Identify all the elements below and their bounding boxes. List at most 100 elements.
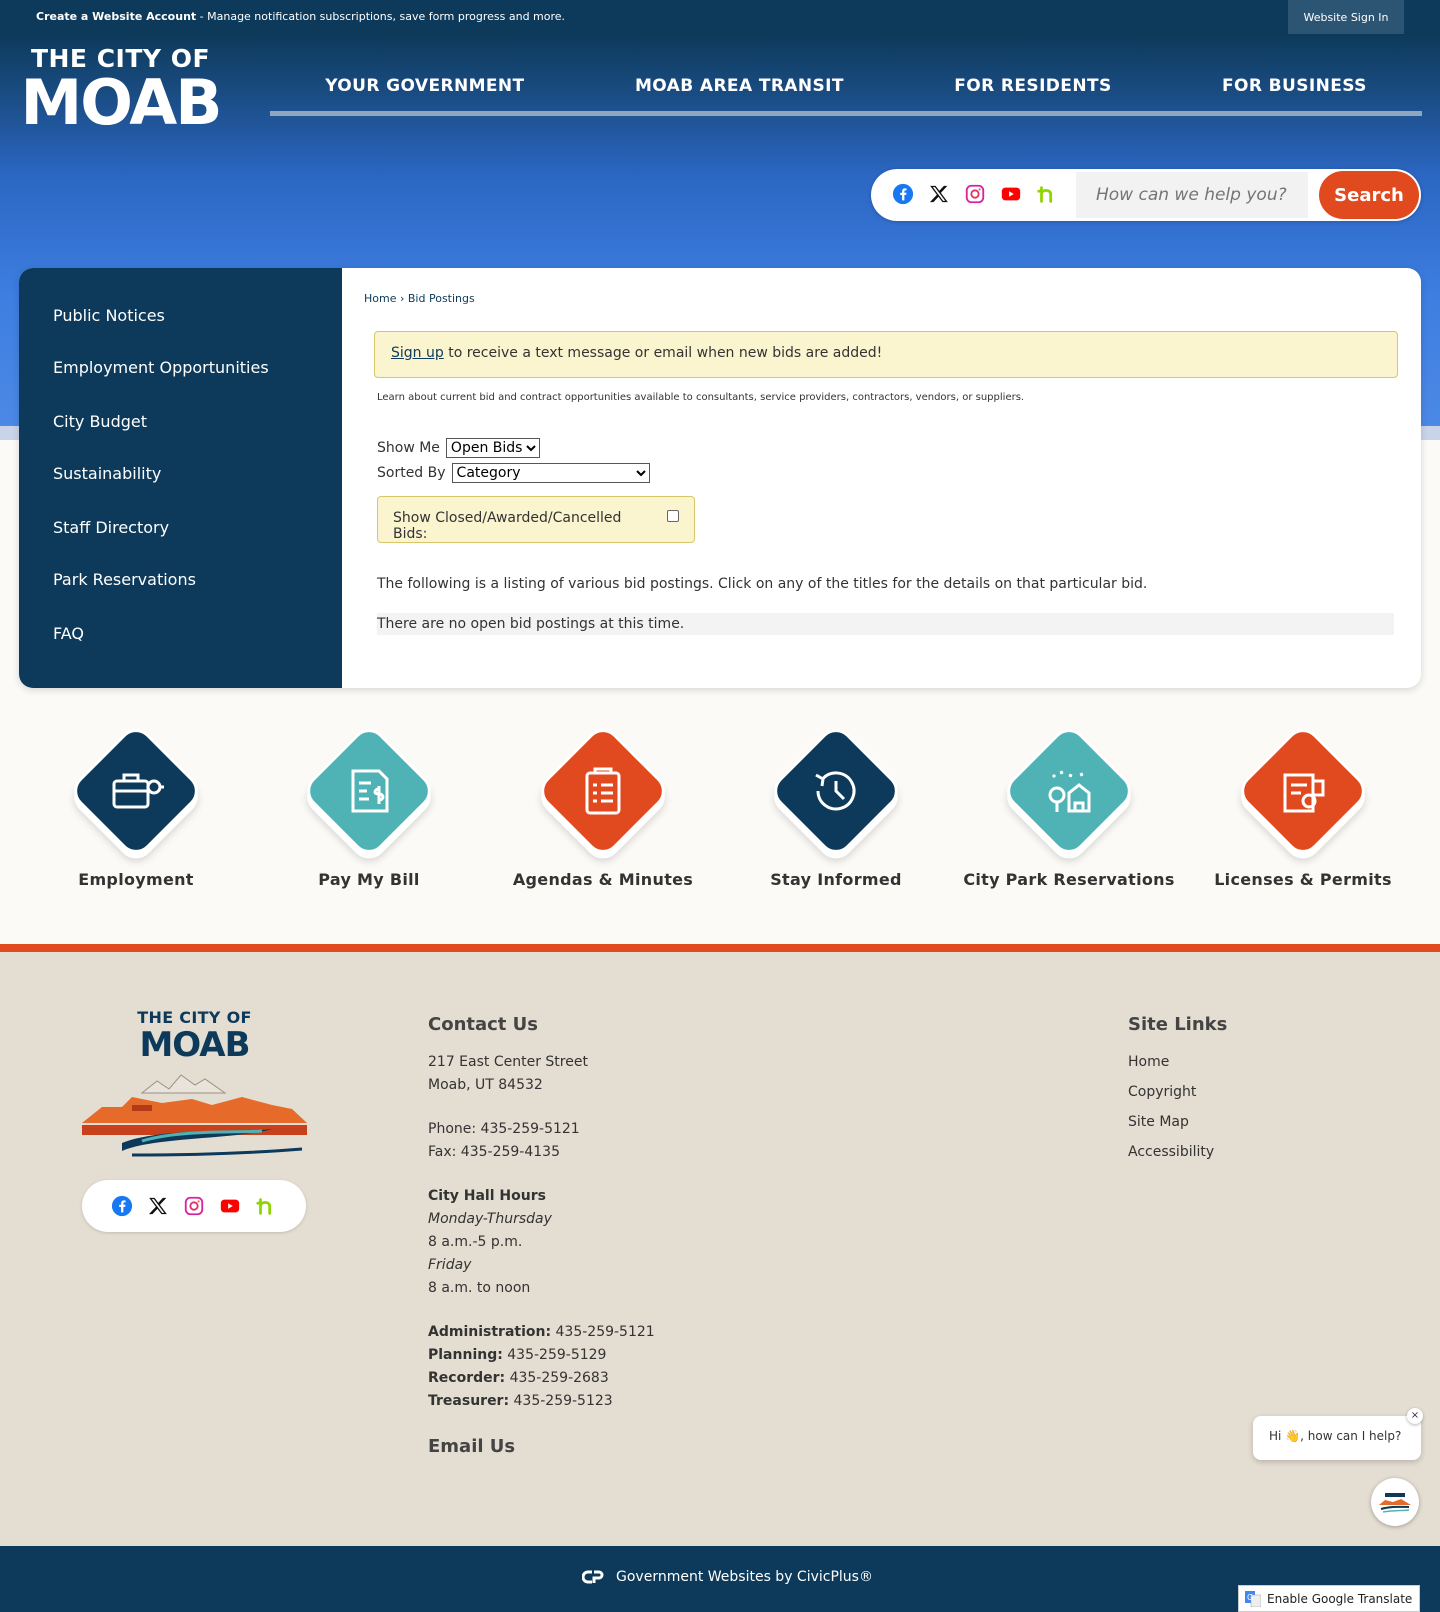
quick-link-licenses-permits[interactable]: Licenses & Permits — [1193, 721, 1413, 889]
nav-for-business[interactable]: FOR BUSINESS — [1222, 72, 1367, 111]
nav-moab-area-transit[interactable]: MOAB AREA TRANSIT — [635, 72, 844, 111]
instagram-icon[interactable] — [182, 1194, 206, 1218]
nextdoor-icon[interactable] — [1035, 182, 1059, 206]
hours-time-1: 8 a.m.-5 p.m. — [428, 1234, 523, 1250]
sorted-by-select[interactable]: Category — [451, 463, 650, 483]
facebook-icon[interactable] — [891, 182, 915, 206]
fax-number: Fax: 435-259-4135 — [428, 1144, 560, 1160]
sidebar-item-sustainability[interactable]: Sustainability — [53, 464, 161, 483]
sidebar-item-city-budget[interactable]: City Budget — [53, 412, 147, 431]
contact-us-heading: Contact Us — [428, 1014, 539, 1035]
google-translate-icon: G — [1245, 1590, 1261, 1607]
site-link-site-map[interactable]: Site Map — [1128, 1107, 1227, 1137]
quick-link-employment[interactable]: Employment — [26, 721, 246, 889]
quick-link-label: Licenses & Permits — [1214, 870, 1392, 889]
civicplus-credit[interactable]: Government Websites by CivicPlus® — [582, 1569, 873, 1585]
sidebar-item-park-reservations[interactable]: Park Reservations — [53, 570, 196, 589]
site-link-copyright[interactable]: Copyright — [1128, 1077, 1227, 1107]
address-line-2: Moab, UT 84532 — [428, 1077, 543, 1093]
logo-line-2: MOAB — [20, 66, 223, 139]
employment-tile[interactable] — [66, 721, 206, 861]
hours-time-2: 8 a.m. to noon — [428, 1280, 531, 1296]
dept-treasurer: Treasurer: 435-259-5123 — [428, 1390, 655, 1413]
dept-planning: Planning: 435-259-5129 — [428, 1344, 655, 1367]
agendas-minutes-tile[interactable] — [533, 721, 673, 861]
breadcrumb-current[interactable]: Bid Postings — [408, 292, 475, 305]
sidebar-item-faq[interactable]: FAQ — [53, 624, 84, 643]
youtube-icon[interactable] — [218, 1194, 242, 1218]
park-icon — [1037, 759, 1101, 823]
create-account-message[interactable]: Create a Website Account - Manage notifi… — [36, 10, 565, 23]
google-translate-button[interactable]: G Enable Google Translate — [1238, 1585, 1420, 1612]
clock-icon — [804, 759, 868, 823]
no-bids-message: There are no open bid postings at this t… — [377, 613, 1394, 635]
pay-my-bill-tile[interactable] — [299, 721, 439, 861]
show-closed-checkbox[interactable] — [667, 510, 679, 522]
sidebar-item-public-notices[interactable]: Public Notices — [53, 306, 165, 325]
moab-mini-logo-icon — [1379, 1493, 1411, 1513]
site-link-accessibility[interactable]: Accessibility — [1128, 1137, 1227, 1167]
main-content: Home › Bid Postings Sign up to receive a… — [342, 268, 1421, 688]
x-icon[interactable] — [927, 182, 951, 206]
site-link-home[interactable]: Home — [1128, 1047, 1227, 1077]
quick-link-pay-my-bill[interactable]: Pay My Bill — [259, 721, 479, 889]
address-line-1: 217 East Center Street — [428, 1054, 588, 1070]
sorted-by-control: Sorted By Category — [377, 463, 650, 483]
sidebar-item-staff-directory[interactable]: Staff Directory — [53, 518, 169, 537]
sorted-by-label: Sorted By — [377, 465, 446, 481]
city-park-reservations-tile[interactable] — [999, 721, 1139, 861]
site-links-heading: Site Links — [1128, 1014, 1228, 1035]
nextdoor-icon[interactable] — [254, 1194, 278, 1218]
dept-name: Administration: — [428, 1324, 552, 1340]
facebook-icon[interactable] — [110, 1194, 134, 1218]
search-bar: Search — [871, 169, 1421, 221]
footer-social-links — [82, 1180, 306, 1232]
search-button[interactable]: Search — [1319, 171, 1419, 219]
content-card: Public Notices Employment Opportunities … — [19, 268, 1421, 688]
quick-link-stay-informed[interactable]: Stay Informed — [726, 721, 946, 889]
breadcrumb-separator: › — [399, 292, 405, 305]
chat-greeting-bubble[interactable]: Hi 👋, how can I help? — [1253, 1416, 1421, 1460]
site-links-section: Site Links Home Copyright Site Map Acces… — [1128, 1014, 1227, 1167]
hours-days-2: Friday — [428, 1257, 472, 1273]
breadcrumb-home[interactable]: Home — [364, 292, 396, 305]
sign-up-link[interactable]: Sign up — [391, 345, 444, 361]
city-logo[interactable]: THE CITY OF MOAB — [18, 46, 223, 134]
bill-icon — [337, 759, 401, 823]
website-sign-in-button[interactable]: Website Sign In — [1288, 0, 1404, 34]
city-hall-hours-heading: City Hall Hours — [428, 1188, 546, 1204]
quick-link-label: Pay My Bill — [318, 870, 420, 889]
top-utility-bar: Create a Website Account - Manage notifi… — [0, 0, 1440, 34]
permit-icon — [1271, 759, 1335, 823]
footer-logo[interactable]: THE CITY OF MOAB — [82, 1008, 307, 1167]
email-us-link[interactable]: Email Us — [428, 1436, 515, 1457]
x-icon[interactable] — [146, 1194, 170, 1218]
signup-alert: Sign up to receive a text message or ema… — [374, 331, 1398, 378]
youtube-icon[interactable] — [999, 182, 1023, 206]
show-me-select[interactable]: Open Bids — [445, 438, 540, 458]
quick-link-label: Stay Informed — [770, 870, 902, 889]
footer-accent-rule — [0, 944, 1440, 952]
sidebar: Public Notices Employment Opportunities … — [19, 268, 342, 688]
nav-your-government[interactable]: YOUR GOVERNMENT — [325, 72, 524, 111]
search-input[interactable] — [1076, 172, 1308, 218]
dept-phone: 435-259-5121 — [551, 1324, 655, 1340]
chat-avatar-button[interactable] — [1371, 1478, 1419, 1526]
google-translate-label: Enable Google Translate — [1267, 1591, 1413, 1606]
main-navigation: YOUR GOVERNMENT MOAB AREA TRANSIT FOR RE… — [270, 72, 1422, 116]
sidebar-item-employment-opportunities[interactable]: Employment Opportunities — [53, 358, 269, 377]
contact-us-section: Contact Us 217 East Center Street Moab, … — [428, 1014, 655, 1413]
licenses-permits-tile[interactable] — [1233, 721, 1373, 861]
quick-link-city-park-reservations[interactable]: City Park Reservations — [959, 721, 1179, 889]
chat-close-button[interactable]: × — [1407, 1408, 1423, 1424]
breadcrumb: Home › Bid Postings — [364, 292, 475, 305]
instagram-icon[interactable] — [963, 182, 987, 206]
stay-informed-tile[interactable] — [766, 721, 906, 861]
bottom-credit-bar: Government Websites by CivicPlus® — [0, 1546, 1440, 1612]
quick-link-label: Employment — [78, 870, 194, 889]
quick-link-label: Agendas & Minutes — [512, 870, 694, 889]
create-account-link[interactable]: Create a Website Account — [36, 10, 196, 23]
show-me-label: Show Me — [377, 440, 440, 456]
quick-link-agendas-minutes[interactable]: Agendas & Minutes — [493, 721, 713, 889]
nav-for-residents[interactable]: FOR RESIDENTS — [954, 72, 1111, 111]
